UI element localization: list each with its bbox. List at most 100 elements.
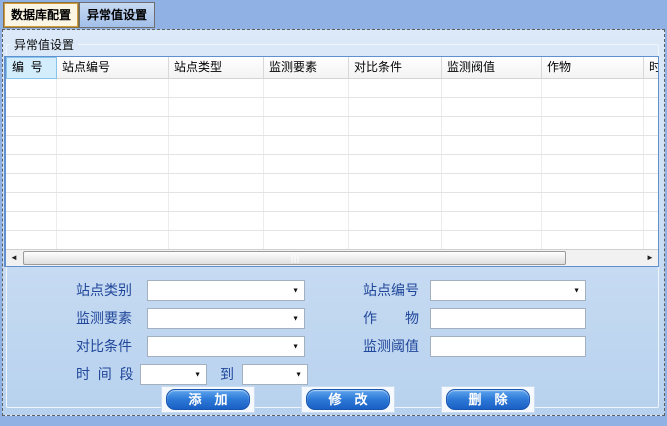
- grid-cell: [6, 231, 57, 249]
- scroll-left-button[interactable]: ◄: [6, 250, 22, 266]
- grid-cell: [442, 174, 542, 192]
- time-range-end-combobox[interactable]: ▼: [242, 364, 308, 385]
- horizontal-scrollbar[interactable]: ◄ ►: [6, 249, 658, 266]
- grid-cell: [349, 136, 442, 154]
- grid-cell: [264, 231, 349, 249]
- grid-cell: [169, 193, 264, 211]
- tab-page-panel: 异常值设置 编 号站点编号站点类型监测要素对比条件监测阀值作物时间段 ◄ ► 站…: [2, 29, 665, 416]
- grid-cell: [442, 231, 542, 249]
- grid-cell: [349, 212, 442, 230]
- grid-row[interactable]: [6, 136, 658, 155]
- grid-cell: [644, 193, 659, 211]
- grid-cell: [264, 136, 349, 154]
- grid-cell: [264, 98, 349, 116]
- grid-cell: [349, 193, 442, 211]
- grid-column-header[interactable]: 编 号: [6, 57, 57, 79]
- grid-cell: [644, 117, 659, 135]
- grid-column-header[interactable]: 站点编号: [57, 57, 169, 79]
- grid-cell: [349, 155, 442, 173]
- grid-cell: [442, 212, 542, 230]
- chevron-down-icon: ▼: [194, 371, 201, 378]
- grid-cell: [264, 193, 349, 211]
- grid-cell: [264, 79, 349, 97]
- station-no-combobox[interactable]: ▼: [430, 280, 586, 301]
- grid-row[interactable]: [6, 231, 658, 250]
- chevron-down-icon: ▼: [292, 287, 299, 294]
- grid-row[interactable]: [6, 98, 658, 117]
- chevron-down-icon: ▼: [573, 287, 580, 294]
- scrollbar-thumb[interactable]: [23, 251, 566, 265]
- grid-column-header[interactable]: 对比条件: [349, 57, 442, 79]
- grid-cell: [349, 231, 442, 249]
- abnormal-value-grid: 编 号站点编号站点类型监测要素对比条件监测阀值作物时间段 ◄ ►: [4, 56, 659, 267]
- monitor-element-combobox[interactable]: ▼: [147, 308, 305, 329]
- chevron-down-icon: ▼: [292, 343, 299, 350]
- crop-label: 作 物: [363, 308, 419, 329]
- grid-cell: [542, 155, 644, 173]
- grid-cell: [542, 117, 644, 135]
- add-button-frame: 添 加: [161, 386, 255, 413]
- grid-cell: [6, 193, 57, 211]
- grid-cell: [169, 136, 264, 154]
- grid-column-header[interactable]: 时间段: [644, 57, 659, 79]
- grid-cell: [264, 174, 349, 192]
- modify-button-frame: 修 改: [301, 386, 395, 413]
- grid-cell: [6, 98, 57, 116]
- grid-column-header[interactable]: 监测要素: [264, 57, 349, 79]
- grid-cell: [169, 79, 264, 97]
- scroll-right-button[interactable]: ►: [642, 250, 658, 266]
- grid-cell: [644, 174, 659, 192]
- time-range-start-combobox[interactable]: ▼: [140, 364, 207, 385]
- grid-row[interactable]: [6, 155, 658, 174]
- tab-abnormal-value-settings[interactable]: 异常值设置: [79, 2, 155, 28]
- grid-cell: [644, 212, 659, 230]
- grid-cell: [542, 212, 644, 230]
- grid-cell: [264, 117, 349, 135]
- grid-cell: [6, 117, 57, 135]
- grid-column-header[interactable]: 监测阀值: [442, 57, 542, 79]
- tab-database-config[interactable]: 数据库配置: [3, 2, 79, 28]
- tab-bar: 数据库配置 异常值设置: [3, 2, 155, 28]
- grid-cell: [542, 136, 644, 154]
- grid-row[interactable]: [6, 117, 658, 136]
- grid-cell: [349, 98, 442, 116]
- grid-column-header[interactable]: 作物: [542, 57, 644, 79]
- grid-row[interactable]: [6, 193, 658, 212]
- grid-cell: [57, 155, 169, 173]
- delete-button-frame: 删 除: [441, 386, 535, 413]
- threshold-input[interactable]: [431, 337, 585, 356]
- grid-cell: [442, 117, 542, 135]
- time-range-label: 时 间 段: [76, 364, 134, 385]
- station-type-label: 站点类别: [76, 280, 132, 301]
- grid-cell: [644, 79, 659, 97]
- grid-cell: [6, 79, 57, 97]
- add-button[interactable]: 添 加: [166, 389, 250, 410]
- grid-cell: [169, 212, 264, 230]
- grid-cell: [349, 174, 442, 192]
- modify-button[interactable]: 修 改: [306, 389, 390, 410]
- station-type-combobox[interactable]: ▼: [147, 280, 305, 301]
- grid-row[interactable]: [6, 212, 658, 231]
- grid-column-header[interactable]: 站点类型: [169, 57, 264, 79]
- station-no-label: 站点编号: [363, 280, 419, 301]
- grid-row[interactable]: [6, 174, 658, 193]
- grid-cell: [169, 98, 264, 116]
- grid-cell: [57, 193, 169, 211]
- grid-cell: [169, 231, 264, 249]
- grid-cell: [442, 193, 542, 211]
- grid-cell: [542, 98, 644, 116]
- grid-cell: [644, 98, 659, 116]
- grid-header: 编 号站点编号站点类型监测要素对比条件监测阀值作物时间段: [6, 57, 658, 79]
- grid-cell: [57, 231, 169, 249]
- grid-cell: [169, 155, 264, 173]
- grid-row[interactable]: [6, 79, 658, 98]
- grid-cell: [57, 174, 169, 192]
- grid-cell: [57, 117, 169, 135]
- grid-cell: [264, 212, 349, 230]
- compare-condition-label: 对比条件: [76, 336, 132, 357]
- grid-cell: [6, 155, 57, 173]
- delete-button[interactable]: 删 除: [446, 389, 530, 410]
- compare-condition-combobox[interactable]: ▼: [147, 336, 305, 357]
- groupbox-title: 异常值设置: [10, 36, 78, 53]
- crop-input[interactable]: [431, 309, 585, 328]
